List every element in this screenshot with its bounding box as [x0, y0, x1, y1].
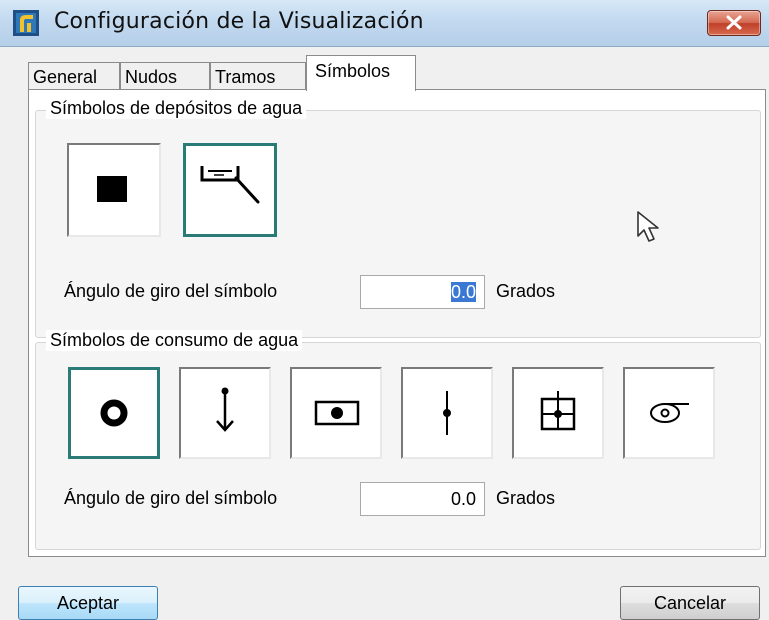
- tab-tramos[interactable]: Tramos: [210, 62, 306, 90]
- tank-angle-input[interactable]: 0.0: [360, 275, 485, 309]
- tank-symbol-reservoir[interactable]: [183, 143, 277, 237]
- consumption-symbol-3[interactable]: [290, 367, 382, 459]
- app-icon: [13, 10, 39, 36]
- title-bar: Configuración de la Visualización: [0, 0, 769, 47]
- close-icon: [726, 15, 742, 30]
- tab-nudos[interactable]: Nudos: [120, 62, 210, 90]
- line-node-icon: [443, 391, 451, 435]
- tab-general[interactable]: General: [28, 62, 120, 90]
- tank-symbol-square[interactable]: [67, 143, 161, 237]
- consumption-angle-input[interactable]: 0.0: [360, 482, 485, 516]
- spiral-icon: [650, 403, 689, 423]
- consumption-angle-unit: Grados: [496, 488, 556, 508]
- ring-node-icon: [100, 399, 128, 427]
- tank-angle-unit: Grados: [496, 281, 556, 301]
- window-title: Configuración de la Visualización: [54, 9, 424, 34]
- tab-simbolos[interactable]: Símbolos: [306, 55, 416, 91]
- tanks-group-title: Símbolos de depósitos de agua: [46, 98, 307, 119]
- tank-angle-value: 0.0: [450, 282, 476, 302]
- arrow-down-node-icon: [216, 387, 234, 432]
- consumption-angle-label: Ángulo de giro del símbolo: [64, 488, 278, 508]
- consumption-symbol-1[interactable]: [68, 367, 160, 459]
- consumption-group: Símbolos de consumo de agua Ángulo de gi…: [35, 330, 761, 550]
- accept-button[interactable]: Aceptar: [18, 586, 158, 620]
- water-tank-icon: [200, 166, 260, 204]
- dialog-body: General Nudos Tramos Símbolos Símbolos d…: [0, 47, 769, 620]
- consumption-symbol-6[interactable]: [623, 367, 715, 459]
- boxed-cross-node-icon: [540, 391, 576, 431]
- consumption-symbol-4[interactable]: [401, 367, 493, 459]
- boxed-node-icon: [314, 400, 360, 426]
- consumption-group-title: Símbolos de consumo de agua: [46, 330, 303, 351]
- tank-angle-label: Ángulo de giro del símbolo: [64, 281, 278, 301]
- filled-square-icon: [97, 176, 127, 202]
- close-button[interactable]: [707, 10, 761, 36]
- mouse-pointer-icon: [637, 211, 659, 242]
- consumption-symbol-5[interactable]: [512, 367, 604, 459]
- cancel-button[interactable]: Cancelar: [620, 586, 760, 620]
- consumption-symbol-2[interactable]: [179, 367, 271, 459]
- tab-panel-simbolos: Símbolos de depósitos de agua Ángulo de …: [28, 89, 766, 557]
